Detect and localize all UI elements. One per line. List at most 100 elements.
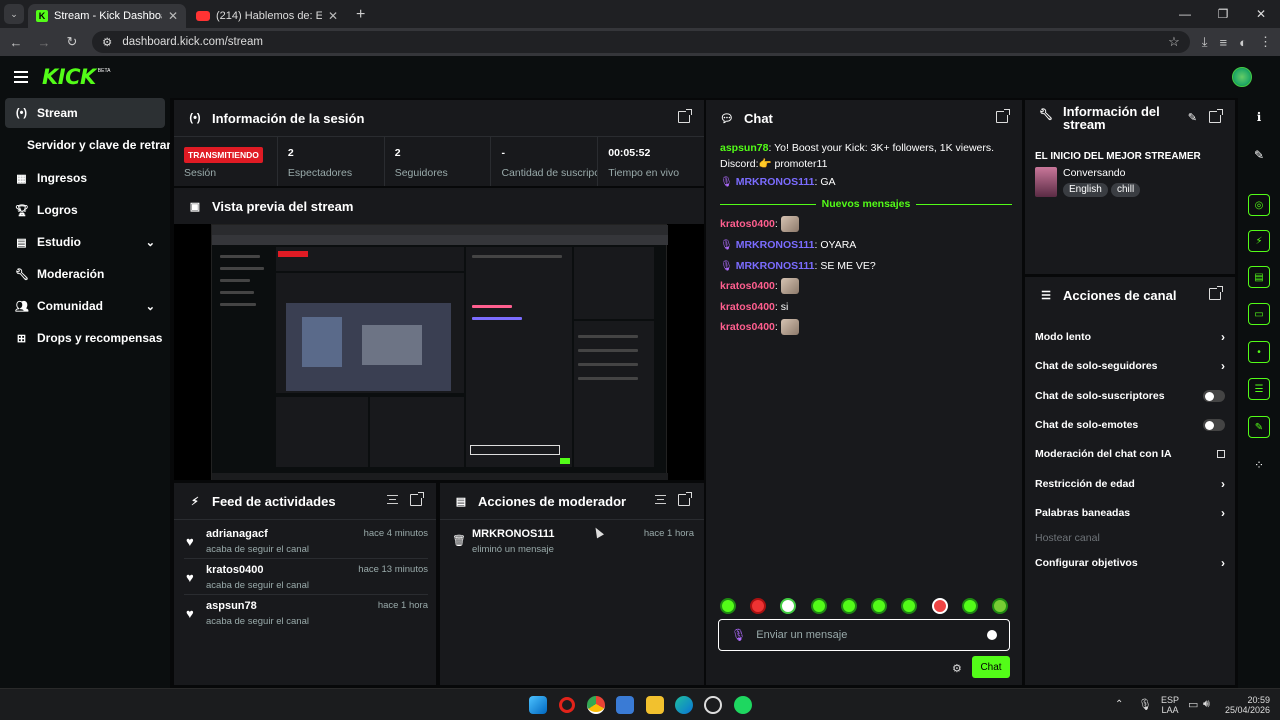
sidebar-item-ingresos[interactable]: ▦ Ingresos <box>5 163 165 193</box>
site-info-icon[interactable]: ⚙ <box>102 35 112 49</box>
network-icon[interactable]: ▭ <box>1188 698 1198 711</box>
stream-category[interactable]: Conversando <box>1063 167 1125 179</box>
send-chat-button[interactable]: Chat <box>972 656 1010 678</box>
action-age-restriction[interactable]: Restricción de edad › <box>1035 473 1225 495</box>
feed-username[interactable]: adrianagacf <box>206 528 268 540</box>
feed-username[interactable]: aspsun78 <box>206 600 257 612</box>
minimize-button[interactable]: — <box>1166 0 1204 28</box>
add-widget-icon[interactable]: ⁘ <box>1248 454 1270 476</box>
filter-icon[interactable] <box>387 495 398 504</box>
emoji-picker-icon[interactable] <box>987 630 997 640</box>
info-icon[interactable]: ℹ <box>1248 106 1270 128</box>
emote-button[interactable] <box>720 598 736 614</box>
emote-button[interactable] <box>810 598 827 614</box>
emote-button[interactable] <box>840 598 857 614</box>
chat-username[interactable]: kratos0400 <box>720 321 775 333</box>
extension-icon[interactable]: ◐ <box>1239 35 1247 50</box>
popout-icon[interactable] <box>678 109 692 123</box>
chat-username[interactable]: kratos0400 <box>720 280 775 292</box>
popout-icon[interactable] <box>996 109 1010 123</box>
menu-hamburger-icon[interactable] <box>14 71 28 83</box>
kick-logo[interactable]: KICK <box>42 65 96 89</box>
sidebar-item-estudio[interactable]: ▤ Estudio ⌄ <box>5 227 165 257</box>
opera-icon[interactable] <box>559 697 575 713</box>
chat-username[interactable]: MRKRONOS111 <box>736 176 815 188</box>
popout-icon[interactable] <box>410 492 424 506</box>
sidebar-item-moderacion[interactable]: 🔧︎ Moderación <box>5 259 165 289</box>
emote-button[interactable] <box>780 598 797 614</box>
obs-icon[interactable] <box>704 696 722 714</box>
stream-tag[interactable]: chill <box>1111 183 1141 197</box>
action-ai-moderation[interactable]: Moderación del chat con IA <box>1035 443 1225 465</box>
popout-icon[interactable] <box>1209 286 1223 300</box>
stream-preview-video[interactable] <box>174 224 704 480</box>
close-window-button[interactable]: ✕ <box>1242 0 1280 28</box>
back-icon[interactable]: ← <box>8 35 24 50</box>
emote-button[interactable] <box>871 598 888 614</box>
emote-button[interactable] <box>750 598 767 614</box>
capture-icon[interactable]: ◎ <box>1248 194 1270 216</box>
emote-button[interactable] <box>961 598 978 614</box>
volume-icon[interactable]: 🔊︎ <box>1203 698 1210 711</box>
close-tab-icon[interactable]: ✕ <box>168 9 178 23</box>
sidebar-item-comunidad[interactable]: 👥︎ Comunidad ⌄ <box>5 291 165 321</box>
chat-settings-gear-icon[interactable]: ⚙ <box>952 662 962 675</box>
mod-username[interactable]: MRKRONOS111 <box>472 528 555 540</box>
browser-tab-youtube[interactable]: (214) Hablemos de: El Andahua ✕ <box>188 4 346 28</box>
spotify-icon[interactable] <box>734 696 752 714</box>
document-icon[interactable]: ▤ <box>1248 266 1270 288</box>
close-tab-icon[interactable]: ✕ <box>328 9 338 23</box>
edge-icon[interactable] <box>675 696 693 714</box>
chat-username[interactable]: MRKRONOS111 <box>736 239 815 251</box>
file-explorer-icon[interactable] <box>646 696 664 714</box>
category-thumbnail[interactable] <box>1035 167 1057 197</box>
edit-pencil-icon[interactable]: ✎ <box>1188 111 1197 124</box>
tray-chevron-icon[interactable]: ⌃ <box>1115 699 1123 710</box>
restore-button[interactable]: ❐ <box>1204 0 1242 28</box>
chat-username[interactable]: kratos0400 <box>720 218 775 230</box>
action-configure-goals[interactable]: Configurar objetivos › <box>1035 552 1225 574</box>
chat-username[interactable]: aspsun78 <box>720 142 768 154</box>
chat-message-input[interactable] <box>756 629 977 641</box>
subscribers-only-toggle[interactable] <box>1203 390 1225 402</box>
url-bar[interactable]: ⚙ dashboard.kick.com/stream ☆ <box>92 31 1190 53</box>
action-followers-only[interactable]: Chat de solo-seguidores › <box>1035 355 1225 377</box>
action-slow-mode[interactable]: Modo lento › <box>1035 326 1225 348</box>
new-tab-button[interactable]: + <box>356 6 365 24</box>
download-icon[interactable]: ⤓ <box>1202 34 1208 50</box>
edit-pencil-icon[interactable]: ✎ <box>1248 144 1270 166</box>
chrome-icon[interactable] <box>587 696 605 714</box>
chat-input-box[interactable]: 🎙︎ <box>718 619 1010 651</box>
emote-button[interactable] <box>991 598 1008 614</box>
feed-username[interactable]: kratos0400 <box>206 564 264 576</box>
system-clock[interactable]: 20:59 25/04/2026 <box>1214 695 1270 715</box>
emote-button[interactable] <box>931 598 948 614</box>
popout-icon[interactable] <box>1209 109 1223 123</box>
reload-icon[interactable]: ↻ <box>64 34 80 50</box>
emote-button[interactable] <box>901 598 918 614</box>
browser-tab-kick[interactable]: K Stream - Kick Dashboard ✕ <box>28 4 186 28</box>
store-icon[interactable] <box>616 696 634 714</box>
sidebar-item-logros[interactable]: 🏆︎ Logros <box>5 195 165 225</box>
sidebar-item-server-key[interactable]: Servidor y clave de retransn <box>5 130 170 160</box>
broadcast-icon[interactable]: • <box>1248 341 1270 363</box>
channel-actions-icon[interactable]: ☰ <box>1248 378 1270 400</box>
language-indicator[interactable]: ESP LAA <box>1158 695 1182 715</box>
sidebar-item-stream[interactable]: (•) Stream <box>5 98 165 128</box>
menu-icon[interactable]: ⋮ <box>1259 34 1272 50</box>
tab-search-button[interactable]: ⌄ <box>4 4 24 24</box>
popout-icon[interactable] <box>678 492 692 506</box>
stream-tag[interactable]: English <box>1063 183 1108 197</box>
reading-list-icon[interactable]: ≡ <box>1220 35 1228 50</box>
wrench-icon[interactable]: ✎ <box>1248 416 1270 438</box>
action-banned-words[interactable]: Palabras baneadas › <box>1035 502 1225 524</box>
forward-icon[interactable]: → <box>36 35 52 50</box>
lightning-icon[interactable]: ⚡︎ <box>1248 230 1270 252</box>
microphone-icon[interactable]: 🎙︎ <box>1138 698 1152 711</box>
user-avatar[interactable] <box>1232 67 1252 87</box>
chat-bubble-icon[interactable]: ▭ <box>1248 303 1270 325</box>
bookmark-star-icon[interactable]: ☆ <box>1168 34 1180 50</box>
sidebar-item-drops[interactable]: ⊞ Drops y recompensas <box>5 323 165 353</box>
windows-start-icon[interactable] <box>529 696 547 714</box>
emotes-only-toggle[interactable] <box>1203 419 1225 431</box>
